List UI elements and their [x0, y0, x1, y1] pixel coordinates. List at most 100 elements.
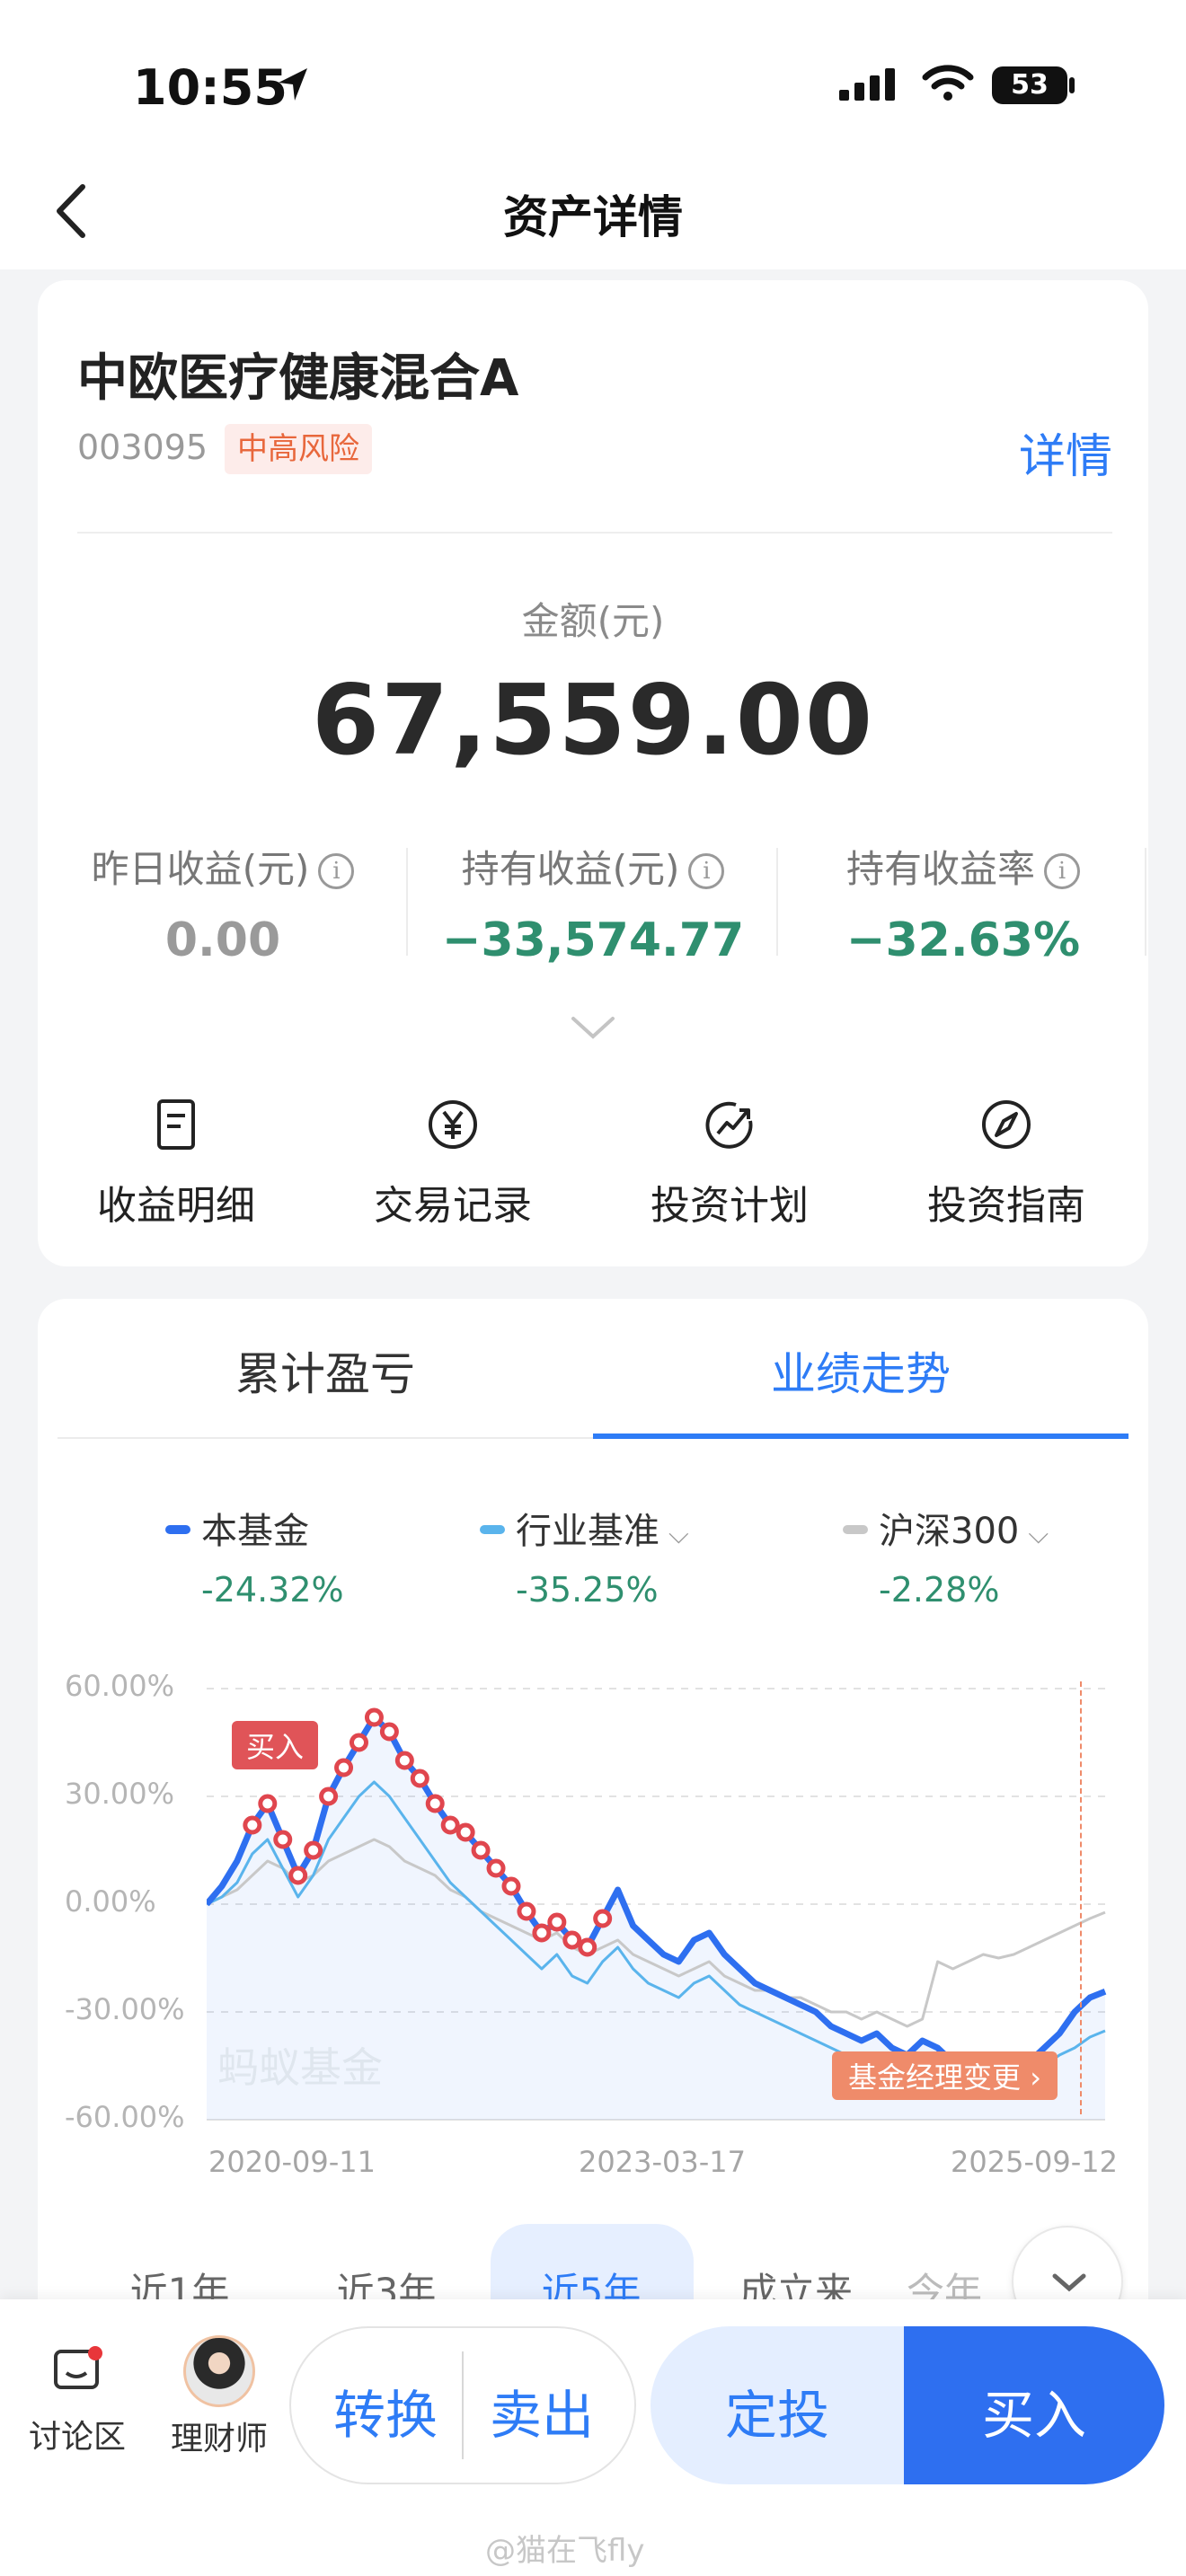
legend-industry-benchmark[interactable]: 行业基准 ⌵ -35.25% [480, 1502, 689, 1610]
buy-point-marker [578, 1937, 597, 1957]
signal-icon [839, 68, 895, 101]
divider [406, 848, 408, 956]
legend-label: 沪深300 [879, 1511, 1020, 1552]
y-tick-label: 60.00% [65, 1669, 175, 1703]
convert-button[interactable]: 转换 [318, 2373, 453, 2448]
risk-badge: 中高风险 [225, 424, 372, 474]
buy-point-marker [349, 1733, 368, 1752]
compass-icon [982, 1100, 1031, 1149]
buy-label: 买入 [981, 2385, 1086, 2446]
manager-change-tag[interactable]: 基金经理变更 › [832, 2051, 1058, 2100]
active-tab-indicator [593, 1434, 1128, 1439]
buy-point-marker [562, 1930, 582, 1950]
x-tick-label: 2023-03-17 [579, 2145, 746, 2179]
quick-action-invest-plan[interactable]: 投资计划 [613, 1094, 846, 1231]
buy-point-marker [304, 1840, 323, 1860]
buy-point-marker [547, 1912, 567, 1932]
buy-point-marker [517, 1901, 536, 1921]
buy-point-marker [394, 1751, 414, 1770]
buy-point-marker [288, 1866, 308, 1885]
auto-invest-label: 定投 [724, 2385, 829, 2446]
buy-point-marker [471, 1840, 491, 1860]
buy-point-marker [486, 1858, 506, 1878]
buy-point-marker [319, 1786, 339, 1806]
info-icon[interactable]: i [688, 853, 725, 889]
divider [1145, 848, 1146, 956]
legend-fund[interactable]: 本基金 -24.32% [165, 1502, 344, 1610]
stat-value: 0.00 [164, 913, 281, 967]
buy-point-marker [501, 1876, 521, 1896]
buy-point-marker [364, 1707, 384, 1727]
quick-action-label: 投资指南 [927, 1183, 1085, 1229]
manager-change-text: 基金经理变更 [848, 2060, 1022, 2095]
chart-watermark: 蚂蚁基金 [217, 2043, 383, 2092]
buy-point-marker [440, 1815, 460, 1835]
quick-action-invest-guide[interactable]: 投资指南 [890, 1094, 1123, 1231]
buy-point-marker [425, 1794, 445, 1813]
buy-point-marker [243, 1815, 262, 1835]
chevron-down-icon[interactable] [570, 1015, 616, 1042]
buy-marker-text: 买入 [246, 1730, 305, 1764]
stat-label: 持有收益率 [845, 847, 1035, 891]
stat-value: −33,574.77 [441, 913, 745, 967]
buy-point-marker [456, 1822, 475, 1842]
battery-tip [1069, 77, 1075, 93]
buy-point-marker [410, 1769, 429, 1788]
advisor-label: 理财师 [170, 2421, 268, 2457]
x-tick-label: 2020-09-11 [208, 2145, 376, 2179]
legend-swatch [843, 1525, 868, 1534]
legend-value: -35.25% [516, 1570, 659, 1610]
quick-action-transactions[interactable]: 交易记录 [336, 1094, 570, 1231]
stat-holding-rate: 持有收益率 i −32.63% [783, 839, 1143, 967]
discussion-button[interactable]: 讨论区 [23, 2342, 131, 2457]
manager-change-line [1080, 1681, 1082, 2114]
quick-action-label: 交易记录 [374, 1183, 532, 1229]
buy-point-marker [532, 1923, 552, 1943]
divider [462, 2351, 464, 2459]
status-time: 10:55 [133, 59, 288, 116]
chat-icon [54, 2346, 102, 2389]
legend-label: 本基金 [201, 1511, 309, 1552]
buy-point-marker [593, 1909, 613, 1928]
legend-value: -24.32% [201, 1570, 344, 1610]
stat-label: 昨日收益(元) [91, 847, 310, 891]
divider [77, 532, 1112, 534]
sell-button[interactable]: 卖出 [474, 2373, 609, 2448]
chevron-down-icon: ⌵ [668, 1519, 689, 1550]
location-arrow-icon [279, 68, 307, 101]
buy-point-marker [334, 1758, 354, 1778]
tab-cumulative-pnl[interactable]: 累计盈亏 [38, 1338, 613, 1403]
tab-performance[interactable]: 业绩走势 [573, 1338, 1148, 1403]
page-title: 资产详情 [503, 191, 683, 243]
x-tick-label: 2025-09-12 [951, 2145, 1118, 2179]
legend-csi300[interactable]: 沪深300 ⌵ -2.28% [843, 1502, 1049, 1610]
quick-action-income-detail[interactable]: 收益明细 [59, 1094, 293, 1231]
amount-value: 67,559.00 [311, 665, 875, 777]
battery-level: 53 [1011, 69, 1049, 101]
advisor-button[interactable]: 理财师 [165, 2335, 273, 2459]
divider [776, 848, 778, 956]
legend-swatch [480, 1525, 505, 1534]
yen-circle-icon [429, 1100, 477, 1149]
info-icon[interactable]: i [1044, 853, 1080, 889]
detail-link[interactable]: 详情 [1019, 419, 1112, 486]
avatar [183, 2335, 255, 2407]
buy-marker-label: 买入 [232, 1721, 319, 1769]
wifi-icon [922, 65, 974, 101]
buy-point-marker [273, 1830, 293, 1849]
y-tick-label: -60.00% [65, 2100, 185, 2134]
battery-icon: 53 [992, 66, 1067, 104]
trend-circle-icon [705, 1101, 753, 1149]
legend-swatch [165, 1525, 190, 1534]
stat-value: −32.63% [845, 913, 1081, 967]
y-tick-label: -30.00% [65, 1992, 185, 2026]
corner-watermark: @猫在飞fly [485, 2533, 645, 2569]
fund-code: 003095 [77, 428, 208, 467]
chevron-down-icon: ⌵ [1028, 1519, 1049, 1550]
info-icon[interactable]: i [318, 853, 355, 889]
buy-point-marker [379, 1722, 399, 1742]
y-tick-label: 0.00% [65, 1884, 156, 1919]
legend-value: -2.28% [879, 1570, 1000, 1610]
stat-yesterday: 昨日收益(元) i 0.00 [43, 839, 403, 967]
y-tick-label: 30.00% [65, 1777, 175, 1811]
